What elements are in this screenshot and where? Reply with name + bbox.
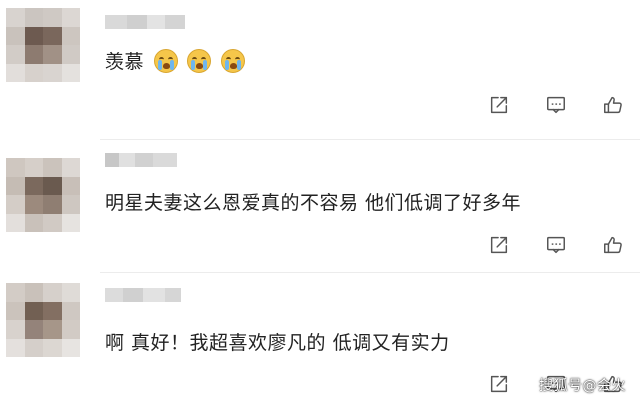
pixelated-avatar-image xyxy=(6,158,80,232)
share-button[interactable] xyxy=(486,92,512,118)
comment-item: 明星夫妻这么恩爱真的不容易 他们低调了好多年 xyxy=(0,140,640,273)
share-icon xyxy=(490,375,508,393)
reply-button[interactable] xyxy=(543,232,569,258)
reply-button[interactable] xyxy=(543,92,569,118)
comment-body: 明星夫妻这么恩爱真的不容易 他们低调了好多年 xyxy=(105,192,522,214)
avatar[interactable] xyxy=(6,283,80,357)
comment-item: 羡慕 xyxy=(0,0,640,140)
comment-text: 羡慕 xyxy=(105,47,245,74)
comment-body: 羡慕 xyxy=(105,51,145,73)
crying-face-emoji xyxy=(220,49,245,73)
share-icon xyxy=(490,236,508,254)
username-redacted[interactable] xyxy=(105,14,185,29)
like-button[interactable] xyxy=(600,232,626,258)
share-button[interactable] xyxy=(486,371,512,397)
comment-icon xyxy=(547,96,565,114)
crying-face-emoji xyxy=(187,49,212,73)
avatar[interactable] xyxy=(6,158,80,232)
comment-body: 啊 真好！我超喜欢廖凡的 低调又有实力 xyxy=(105,332,450,354)
comment-actions xyxy=(486,92,626,118)
pixelated-avatar-image xyxy=(6,283,80,357)
username-redacted[interactable] xyxy=(105,152,177,167)
comment-actions xyxy=(486,232,626,258)
comment-icon xyxy=(547,236,565,254)
username-redacted[interactable] xyxy=(105,287,181,302)
like-button[interactable] xyxy=(600,92,626,118)
pixelated-avatar-image xyxy=(6,8,80,82)
comment-text: 明星夫妻这么恩爱真的不容易 他们低调了好多年 xyxy=(105,188,521,215)
avatar[interactable] xyxy=(6,8,80,82)
crying-face-emoji xyxy=(153,49,178,73)
watermark: 搜狐号@会火 xyxy=(539,378,626,394)
comment-text: 啊 真好！我超喜欢廖凡的 低调又有实力 xyxy=(105,328,450,355)
like-icon xyxy=(604,96,622,114)
like-icon xyxy=(604,236,622,254)
share-icon xyxy=(490,96,508,114)
share-button[interactable] xyxy=(486,232,512,258)
